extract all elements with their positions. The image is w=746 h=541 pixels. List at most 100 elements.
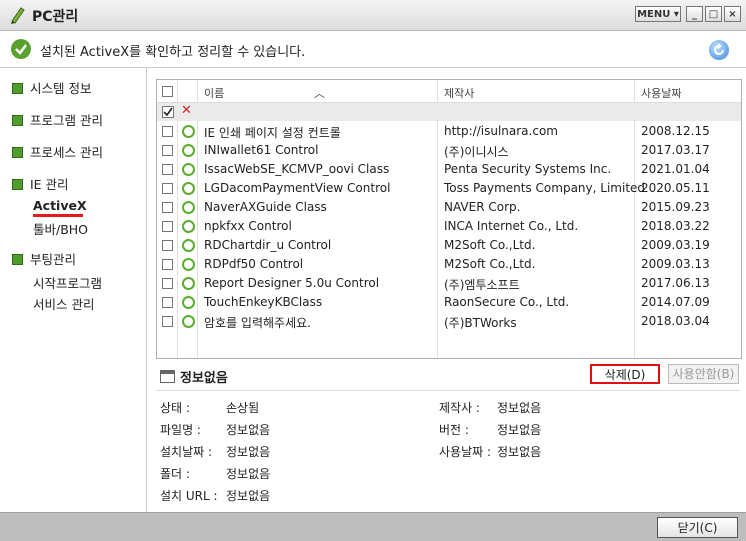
status-ok-icon <box>182 182 195 195</box>
window-title: PC관리 <box>32 9 79 25</box>
install-date-label: 설치날짜 : <box>160 445 213 459</box>
use-date-label: 사용날짜 : <box>439 445 492 459</box>
menu-button[interactable]: MENU ▾ <box>635 6 681 22</box>
sidebar-item-boot-mgmt[interactable]: 부팅관리 <box>12 249 76 268</box>
table-row[interactable]: RDPdf50 Control M2Soft Co.,Ltd. 2009.03.13 <box>157 255 741 274</box>
detail-title: 정보없음 <box>180 371 228 386</box>
table-row[interactable]: Report Designer 5.0u Control (주)엠투소프트 2017… <box>157 274 741 293</box>
sidebar-item-program-mgmt[interactable]: 프로그램 관리 <box>12 110 103 129</box>
cell-name: IssacWebSE_KCMVP_oovi Class <box>204 162 390 176</box>
cell-name: RDChartdir_u Control <box>204 238 332 252</box>
table-row[interactable]: TouchEnkeyKBClass RaonSecure Co., Ltd. 201… <box>157 293 741 312</box>
bullet-icon <box>12 254 23 265</box>
bullet-icon <box>12 115 23 126</box>
row-checkbox[interactable] <box>162 297 173 308</box>
cell-maker: M2Soft Co.,Ltd. <box>444 257 536 271</box>
sidebar-item-label: 시스템 정보 <box>30 81 92 96</box>
table-row[interactable]: npkfxx Control INCA Internet Co., Ltd. 201… <box>157 217 741 236</box>
refresh-icon[interactable] <box>709 40 729 60</box>
install-url-value: 정보없음 <box>226 489 271 503</box>
sidebar-item-process-mgmt[interactable]: 프로세스 관리 <box>12 142 103 161</box>
window-icon <box>160 370 175 383</box>
cell-maker: http://isulnara.com <box>444 124 558 138</box>
cell-maker: (주)이니시스 <box>444 145 509 159</box>
table-row[interactable]: RDChartdir_u Control M2Soft Co.,Ltd. 2009.… <box>157 236 741 255</box>
row-checkbox[interactable] <box>162 221 173 232</box>
table-row[interactable]: 암호를 입력해주세요. (주)BTWorks 2018.03.04 <box>157 312 741 331</box>
status-ok-icon <box>182 315 195 328</box>
table-row[interactable]: NaverAXGuide Class NAVER Corp. 2015.09.23 <box>157 198 741 217</box>
cell-date: 2018.03.04 <box>641 314 710 328</box>
cell-date: 2008.12.15 <box>641 124 710 138</box>
row-checkbox[interactable] <box>162 164 173 175</box>
cell-name: npkfxx Control <box>204 219 292 233</box>
row-checkbox-checked[interactable] <box>162 106 174 118</box>
row-checkbox[interactable] <box>162 202 173 213</box>
status-ok-icon <box>182 220 195 233</box>
table-row[interactable]: IE 인쇄 페이지 설정 컨트롤 http://isulnara.com 2008.… <box>157 122 741 141</box>
sidebar-item-ie-mgmt[interactable]: IE 관리 <box>12 174 69 193</box>
folder-label: 폴더 : <box>160 467 190 481</box>
cell-name: TouchEnkeyKBClass <box>204 295 323 309</box>
checkmark-icon <box>11 39 31 59</box>
row-checkbox[interactable] <box>162 145 173 156</box>
table-row[interactable]: INIwallet61 Control (주)이니시스 2017.03.17 <box>157 141 741 160</box>
cell-date: 2017.03.17 <box>641 143 710 157</box>
status-value: 손상됨 <box>226 401 260 415</box>
row-checkbox[interactable] <box>162 259 173 270</box>
cell-date: 2015.09.23 <box>641 200 710 214</box>
footer-bar: 닫기(C) <box>0 512 746 541</box>
cell-name: RDPdf50 Control <box>204 257 304 271</box>
maximize-button[interactable]: □ <box>705 6 722 22</box>
folder-value: 정보없음 <box>226 467 271 481</box>
sidebar-item-activex[interactable]: ActiveX <box>33 198 87 213</box>
row-checkbox[interactable] <box>162 316 173 327</box>
disable-button[interactable]: 사용안함(B) <box>668 364 739 384</box>
minimize-button[interactable]: _ <box>686 6 703 22</box>
sidebar-item-system-info[interactable]: 시스템 정보 <box>12 78 91 97</box>
row-checkbox[interactable] <box>162 278 173 289</box>
status-ok-icon <box>182 277 195 290</box>
detail-header: 정보없음 삭제(D) 사용안함(B) <box>156 361 740 391</box>
row-checkbox[interactable] <box>162 126 173 137</box>
delete-button[interactable]: 삭제(D) <box>590 364 660 384</box>
selected-row[interactable]: ✕ <box>157 103 741 121</box>
close-window-button[interactable]: × <box>724 6 741 22</box>
version-value: 정보없음 <box>497 423 542 437</box>
sort-asc-icon: ︿ <box>314 87 325 100</box>
cell-name: Report Designer 5.0u Control <box>204 276 380 290</box>
cell-name: IE 인쇄 페이지 설정 컨트롤 <box>204 126 341 140</box>
sidebar-item-service-mgmt[interactable]: 서비스 관리 <box>33 294 94 313</box>
sidebar-item-toolbar-bho[interactable]: 툴바/BHO <box>33 219 88 238</box>
column-header-date[interactable]: 사용날짜 <box>641 85 681 101</box>
menu-button-label: MENU <box>637 9 671 20</box>
cell-date: 2009.03.13 <box>641 257 710 271</box>
close-button[interactable]: 닫기(C) <box>657 517 738 538</box>
row-checkbox[interactable] <box>162 240 173 251</box>
table-row[interactable]: IssacWebSE_KCMVP_oovi Class Penta Securit… <box>157 160 741 179</box>
cell-maker: INCA Internet Co., Ltd. <box>444 219 579 233</box>
version-label: 버전 : <box>439 423 469 437</box>
sidebar-item-label: 부팅관리 <box>30 252 77 267</box>
detail-pane: 정보없음 삭제(D) 사용안함(B) 상태 : 손상됨 제작사 : 정보없음 파… <box>156 361 740 511</box>
column-header-maker[interactable]: 제작사 <box>444 85 474 101</box>
column-header-name[interactable]: 이름 <box>204 85 224 101</box>
active-underline <box>33 214 83 217</box>
maker-value: 정보없음 <box>497 401 542 415</box>
sidebar-item-startup[interactable]: 시작프로그램 <box>33 273 102 292</box>
status-ok-icon <box>182 258 195 271</box>
install-date-value: 정보없음 <box>226 445 271 459</box>
use-date-value: 정보없음 <box>497 445 542 459</box>
row-checkbox[interactable] <box>162 183 173 194</box>
select-all-checkbox[interactable] <box>162 86 173 97</box>
maker-label: 제작사 : <box>439 401 480 415</box>
install-url-label: 설치 URL : <box>160 489 218 503</box>
cell-date: 2017.06.13 <box>641 276 710 290</box>
table-row[interactable]: LGDacomPaymentView Control Toss Payments … <box>157 179 741 198</box>
status-ok-icon <box>182 163 195 176</box>
status-ok-icon <box>182 201 195 214</box>
cell-date: 2009.03.19 <box>641 238 710 252</box>
table-header: ︿ 이름 제작사 사용날짜 <box>157 80 741 103</box>
status-ok-icon <box>182 296 195 309</box>
status-ok-icon <box>182 239 195 252</box>
